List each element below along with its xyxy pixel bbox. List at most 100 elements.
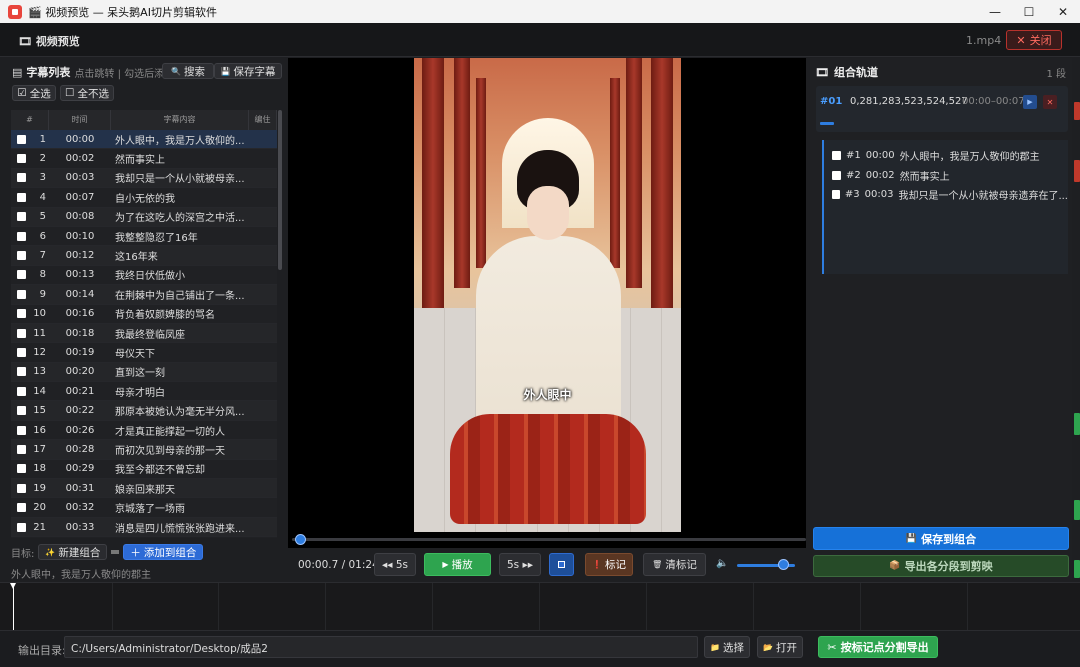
row-checkbox[interactable] [16,347,26,357]
select-none-button[interactable]: ☐ 全不选 [60,85,114,101]
row-checkbox[interactable] [16,212,26,222]
back-5s-button[interactable]: ◂◂ 5s [374,553,416,576]
clear-marks-button[interactable]: 🗑 清标记 [643,553,706,576]
row-checkbox-cell[interactable] [11,134,31,144]
row-checkbox[interactable] [16,231,26,241]
row-checkbox-cell[interactable] [11,231,31,241]
table-row[interactable]: 12 00:19 母仪天下 [11,343,277,363]
search-button[interactable]: 🔍 搜索 [162,63,214,79]
table-row[interactable]: 2 00:02 然而事实上 [11,149,277,169]
row-checkbox[interactable] [16,309,26,319]
checkbox-checked[interactable] [832,190,840,200]
row-checkbox[interactable] [16,251,26,261]
video-frame[interactable]: 外人眼中 [414,58,681,532]
table-row[interactable]: 11 00:18 我最终登临凤座 [11,323,277,344]
save-subtitles-button[interactable]: 💾 保存字幕 [214,63,282,79]
table-row[interactable]: 15 00:22 那原本被她认为毫无半分风... [11,401,277,421]
row-checkbox[interactable] [16,192,26,202]
table-row[interactable]: 17 00:28 而初次见到母亲的那一天 [11,440,277,460]
row-checkbox[interactable] [16,425,26,435]
row-checkbox-cell[interactable] [11,406,31,416]
row-checkbox[interactable] [16,522,26,532]
table-row[interactable]: 21 00:33 消息是四儿慌慌张张跑进来... [11,517,277,538]
row-checkbox-cell[interactable] [11,483,31,493]
row-checkbox[interactable] [16,503,26,513]
table-row[interactable]: 19 00:31 娘亲回来那天 [11,479,277,499]
playback-progress-bar[interactable] [292,534,806,545]
row-checkbox[interactable] [16,386,26,396]
choose-dir-button[interactable]: 📁 选择 [704,636,750,658]
forward-5s-button[interactable]: 5s ▸▸ [499,553,541,576]
row-checkbox[interactable] [16,367,26,377]
table-row[interactable]: 13 00:20 直到这一刻 [11,362,277,383]
row-checkbox[interactable] [16,444,26,454]
row-checkbox-cell[interactable] [11,328,31,338]
table-scrollbar[interactable] [278,110,282,270]
row-checkbox-cell[interactable] [11,309,31,319]
close-preview-button[interactable]: ✕ 关闭 [1006,30,1062,50]
table-row[interactable]: 16 00:26 才是真正能撑起一切的人 [11,421,277,441]
table-row[interactable]: 10 00:16 背负着奴颜婢膝的骂名 [11,305,277,324]
row-checkbox[interactable] [16,483,26,493]
table-row[interactable]: 8 00:13 我终日伏低做小 [11,266,277,286]
row-checkbox[interactable] [16,289,26,299]
row-checkbox-cell[interactable] [11,212,31,222]
open-dir-button[interactable]: 📂 打开 [757,636,803,658]
row-checkbox-cell[interactable] [11,464,31,474]
group-item[interactable]: #2 00:02 然而事实上 [824,166,1068,186]
table-row[interactable]: 3 00:03 我却只是一个从小就被母亲... [11,168,277,189]
row-checkbox-cell[interactable] [11,192,31,202]
group-delete-icon[interactable]: ✕ [1043,95,1057,109]
row-checkbox-cell[interactable] [11,347,31,357]
progress-handle[interactable] [295,534,307,545]
stop-button[interactable] [549,553,574,576]
mark-button[interactable]: ❗ 标记 [585,553,633,576]
table-row[interactable]: 14 00:21 母亲才明白 [11,382,277,402]
table-row[interactable]: 6 00:10 我整整隐忍了16年 [11,227,277,247]
row-checkbox-cell[interactable] [11,522,31,532]
group-item[interactable]: #1 00:00 外人眼中，我是万人敬仰的郡主 [824,146,1068,166]
new-group-button[interactable]: ✨ 新建组合 [38,544,108,560]
output-dir-field[interactable]: C:/Users/Administrator/Desktop/成品2 [64,636,698,658]
export-to-jianying-button[interactable]: 📦 导出各分段到剪映 [813,555,1069,577]
table-row[interactable]: 5 00:08 为了在这吃人的深宫之中活... [11,207,277,227]
select-all-button[interactable]: ☑ 全选 [12,85,56,101]
table-row[interactable]: 18 00:29 我至今都还不曾忘却 [11,460,277,480]
group-card[interactable]: #01 0,281,283,523,524,527 00:00–00:07 ▶ … [816,86,1068,132]
row-checkbox-cell[interactable] [11,154,31,164]
row-checkbox-cell[interactable] [11,503,31,513]
volume-handle[interactable] [778,559,790,570]
row-checkbox-cell[interactable] [11,386,31,396]
row-checkbox-cell[interactable] [11,289,31,299]
row-checkbox[interactable] [16,328,26,338]
row-checkbox[interactable] [16,406,26,416]
add-to-group-button[interactable]: ＋ 添加到组合 [123,544,204,560]
minimize-button[interactable]: — [978,0,1012,23]
row-checkbox[interactable] [16,173,26,183]
split-export-button[interactable]: ✂ 按标记点分割导出 [818,636,938,658]
row-checkbox[interactable] [16,270,26,280]
row-checkbox[interactable] [16,464,26,474]
table-row[interactable]: 20 00:32 京城落了一场雨 [11,498,277,518]
row-checkbox-cell[interactable] [11,270,31,280]
checkbox-checked[interactable] [832,170,841,180]
row-checkbox-cell[interactable] [11,425,31,435]
table-row[interactable]: 7 00:12 这16年来 [11,246,277,266]
table-row[interactable]: 1 00:00 外人眼中，我是万人敬仰的... [11,130,277,150]
checkbox-checked[interactable] [832,151,841,161]
group-item[interactable]: #3 00:03 我却只是一个从小就被母亲遗弃在了... [824,185,1068,205]
row-checkbox-cell[interactable] [11,251,31,261]
timeline[interactable] [0,582,1080,631]
play-button[interactable]: ▶ 播放 [424,553,491,576]
row-checkbox-cell[interactable] [11,173,31,183]
table-row[interactable]: 4 00:07 自小无依的我 [11,188,277,208]
window-close-button[interactable]: ✕ [1046,0,1080,23]
table-row[interactable]: 9 00:14 在荆棘中为自己铺出了一条... [11,285,277,305]
row-checkbox[interactable] [16,154,26,164]
timeline-playhead[interactable] [10,583,16,631]
row-checkbox-cell[interactable] [11,367,31,377]
maximize-button[interactable]: ☐ [1012,0,1046,23]
group-play-icon[interactable]: ▶ [1023,95,1037,109]
row-checkbox-cell[interactable] [11,444,31,454]
row-checkbox[interactable] [16,134,26,144]
